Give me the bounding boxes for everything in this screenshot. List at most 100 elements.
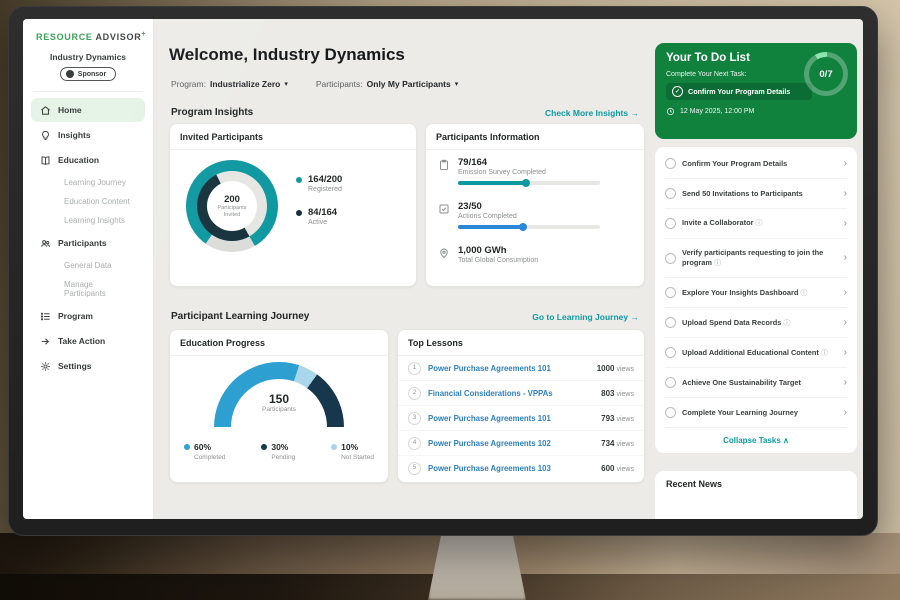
program-insights-heading: Program Insights [171, 107, 253, 118]
sidebar-item-participants[interactable]: Participants [31, 231, 145, 255]
lesson-link[interactable]: Power Purchase Agreements 101 [428, 414, 601, 423]
legend-item-not-started: 10% Not Started [331, 442, 374, 461]
task-row[interactable]: Achieve One Sustainability Target › [665, 368, 847, 398]
participants-filter[interactable]: Participants: Only My Participants ▾ [316, 79, 458, 89]
sidebar-item-general-data[interactable]: General Data [31, 256, 145, 275]
lesson-views: 793 [601, 414, 614, 423]
sidebar-item-education-content[interactable]: Education Content [31, 192, 145, 211]
task-label: Achieve One Sustainability Target [682, 378, 838, 388]
chevron-right-icon[interactable]: › [844, 288, 847, 298]
chevron-right-icon[interactable]: › [844, 219, 847, 229]
task-checkbox[interactable] [665, 253, 676, 264]
task-row[interactable]: Verify participants requesting to join t… [665, 239, 847, 278]
top-lessons-title: Top Lessons [398, 330, 644, 356]
education-count-label: Participants [214, 406, 344, 413]
lesson-row[interactable]: 3 Power Purchase Agreements 101 793views [398, 406, 644, 431]
actions-completed-value: 23/50 [458, 201, 600, 212]
lesson-row[interactable]: 1 Power Purchase Agreements 101 1000view… [398, 356, 644, 381]
info-icon[interactable]: ⓘ [821, 350, 828, 357]
task-row[interactable]: Complete Your Learning Journey › [665, 398, 847, 428]
checklist-icon [438, 202, 450, 214]
task-row[interactable]: Invite a Collaborator ⓘ › [665, 209, 847, 239]
program-filter[interactable]: Program: Industrialize Zero ▾ [171, 79, 288, 89]
sidebar-item-education[interactable]: Education [31, 148, 145, 172]
task-checkbox[interactable] [665, 218, 676, 229]
task-checkbox[interactable] [665, 347, 676, 358]
sidebar-item-insights[interactable]: Insights [31, 123, 145, 147]
lesson-row[interactable]: 2 Financial Considerations - VPPAs 803vi… [398, 381, 644, 406]
learning-journey-heading: Participant Learning Journey [171, 311, 309, 322]
rank-badge: 5 [408, 462, 421, 475]
lesson-views: 1000 [597, 364, 615, 373]
lesson-link[interactable]: Power Purchase Agreements 103 [428, 464, 601, 473]
book-icon [40, 155, 51, 166]
check-more-insights-label: Check More Insights [545, 108, 628, 118]
lesson-row[interactable]: 5 Power Purchase Agreements 103 600views [398, 456, 644, 480]
invited-donut-outer: 200 Participants Invited [186, 160, 278, 252]
consumption-label: Total Global Consumption [458, 257, 538, 264]
sidebar-item-learning-insights[interactable]: Learning Insights [31, 211, 145, 230]
task-checkbox[interactable] [665, 287, 676, 298]
task-row[interactable]: Upload Spend Data Records ⓘ › [665, 308, 847, 338]
task-row[interactable]: Upload Additional Educational Content ⓘ … [665, 338, 847, 368]
check-icon: ✓ [672, 86, 683, 97]
sidebar-item-label: Home [58, 105, 82, 115]
sidebar-item-manage-participants[interactable]: Manage Participants [31, 275, 145, 303]
invited-legend: 164/200 Registered 84/164 Active [296, 174, 342, 240]
chevron-right-icon[interactable]: › [844, 189, 847, 199]
todo-progress-text: 0/7 [809, 57, 843, 91]
task-checkbox[interactable] [665, 317, 676, 328]
collapse-tasks-link[interactable]: Collapse Tasks ∧ [665, 428, 847, 449]
task-row[interactable]: Send 50 Invitations to Participants › [665, 179, 847, 209]
check-more-insights-link[interactable]: Check More Insights → [545, 108, 639, 118]
info-icon[interactable]: ⓘ [714, 260, 721, 267]
list-icon [40, 311, 51, 322]
chevron-right-icon[interactable]: › [844, 378, 847, 388]
bulb-icon [40, 130, 51, 141]
lesson-link[interactable]: Power Purchase Agreements 101 [428, 364, 597, 373]
task-checkbox[interactable] [665, 188, 676, 199]
active-value: 84/164 [308, 207, 337, 218]
sidebar: RESOURCE ADVISOR+ Industry Dynamics Spon… [23, 19, 154, 519]
info-icon[interactable]: ⓘ [800, 290, 807, 297]
lesson-row[interactable]: 4 Power Purchase Agreements 102 734views [398, 431, 644, 456]
sponsor-badge[interactable]: Sponsor [60, 67, 116, 81]
chevron-right-icon[interactable]: › [844, 318, 847, 328]
info-icon[interactable]: ⓘ [756, 220, 763, 227]
next-task-chip[interactable]: ✓ Confirm Your Program Details [666, 83, 812, 100]
invited-donut-center: 200 Participants Invited [207, 181, 257, 231]
task-row[interactable]: Explore Your Insights Dashboard ⓘ › [665, 278, 847, 308]
task-checkbox[interactable] [665, 158, 676, 169]
collapse-tasks-label: Collapse Tasks [723, 436, 781, 445]
task-row[interactable]: Confirm Your Program Details › [665, 149, 847, 179]
info-icon[interactable]: ⓘ [783, 320, 790, 327]
sidebar-item-settings[interactable]: Settings [31, 354, 145, 378]
sidebar-item-take-action[interactable]: Take Action [31, 329, 145, 353]
page-title: Welcome, Industry Dynamics [169, 45, 405, 65]
program-filter-label: Program: [171, 79, 206, 89]
task-checkbox[interactable] [665, 407, 676, 418]
views-unit: views [616, 441, 634, 448]
legend-item-pending: 30% Pending [261, 442, 295, 461]
chevron-right-icon[interactable]: › [844, 408, 847, 418]
chevron-down-icon: ▾ [284, 80, 288, 88]
sidebar-item-learning-journey[interactable]: Learning Journey [31, 173, 145, 192]
todo-progress-ring: 0/7 [804, 52, 848, 96]
sidebar-item-label: Participants [58, 238, 107, 248]
lesson-link[interactable]: Power Purchase Agreements 102 [428, 439, 601, 448]
task-label: Upload Additional Educational Content [682, 348, 819, 357]
go-to-learning-journey-link[interactable]: Go to Learning Journey → [532, 312, 639, 322]
clock-icon [666, 107, 675, 116]
views-unit: views [616, 416, 634, 423]
sidebar-item-program[interactable]: Program [31, 304, 145, 328]
lesson-views: 600 [601, 464, 614, 473]
sidebar-item-home[interactable]: Home [31, 98, 145, 122]
chevron-right-icon[interactable]: › [844, 348, 847, 358]
registered-value: 164/200 [308, 174, 342, 185]
chevron-right-icon[interactable]: › [844, 253, 847, 263]
task-checkbox[interactable] [665, 377, 676, 388]
chevron-right-icon[interactable]: › [844, 159, 847, 169]
consumption-row: 1,000 GWh Total Global Consumption [438, 245, 538, 264]
lesson-link[interactable]: Financial Considerations - VPPAs [428, 389, 601, 398]
survey-clipboard-icon [438, 158, 450, 170]
